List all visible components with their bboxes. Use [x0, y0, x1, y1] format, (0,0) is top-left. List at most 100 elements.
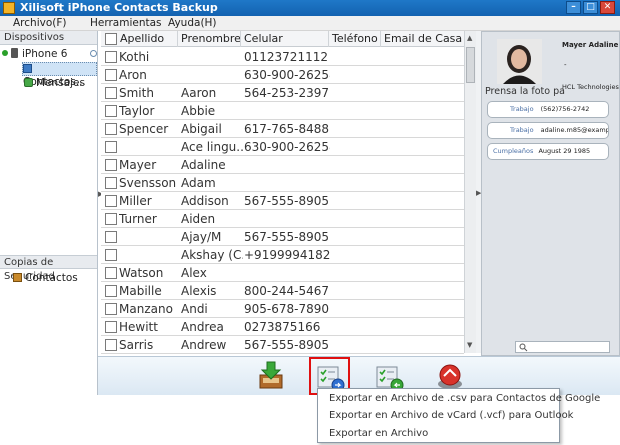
import-button[interactable]	[253, 359, 289, 393]
table-row[interactable]: Smith Aaron 564-253-2397	[101, 84, 464, 102]
cell-prenombre: Andrew	[181, 338, 227, 352]
row-checkbox[interactable]	[105, 141, 117, 153]
table-row[interactable]: Taylor Abbie	[101, 102, 464, 120]
table-row[interactable]: Akshay (C...+9199994182...	[101, 246, 464, 264]
cell-apellido	[119, 246, 177, 264]
table-row[interactable]: Kothi 01123721112	[101, 48, 464, 66]
title-bar: Xilisoft iPhone Contacts Backup – □ ✕	[0, 0, 620, 16]
export-vcard-outlook[interactable]: Exportar en Archivo de vCard (.vcf) para…	[329, 410, 573, 422]
scroll-thumb[interactable]	[466, 47, 475, 83]
table-row[interactable]: Turner Aiden	[101, 210, 464, 228]
field-work-email[interactable]: Trabajo adaline.m85@example.c...	[487, 122, 609, 139]
sidebar-item-contactos[interactable]: Contactos...	[22, 62, 97, 88]
table-row[interactable]: Mabille Alexis 800-244-5467	[101, 282, 464, 300]
table-row[interactable]: Spencer Abigail 617-765-8488	[101, 120, 464, 138]
row-checkbox[interactable]	[105, 69, 117, 81]
row-checkbox[interactable]	[105, 159, 117, 171]
cell-prenombre	[181, 66, 243, 84]
col-prenombre[interactable]: Prenombre	[178, 31, 241, 47]
cell-prenombre: Adam	[181, 176, 216, 190]
menu-ayuda[interactable]: Ayuda(H)	[168, 17, 217, 30]
row-checkbox[interactable]	[105, 177, 117, 189]
cell-prenombre: Aaron	[181, 86, 217, 100]
row-checkbox[interactable]	[105, 321, 117, 333]
maximize-button[interactable]: □	[583, 1, 598, 14]
table-row[interactable]: Miller Addison 567-555-8905	[101, 192, 464, 210]
minimize-button[interactable]: –	[566, 1, 581, 14]
cell-celular: 630-900-26258	[244, 140, 330, 154]
table-row[interactable]: Aron 630-900-26258	[101, 66, 464, 84]
row-checkbox[interactable]	[105, 195, 117, 207]
cell-celular: 905-678-7890	[244, 302, 330, 316]
cell-celular	[244, 174, 330, 192]
cell-apellido: Watson	[119, 266, 164, 280]
field-birthday[interactable]: Cumpleaños August 29 1985	[487, 143, 609, 160]
field-label: Trabajo	[510, 126, 534, 134]
contact-name: Mayer Adaline	[562, 41, 619, 49]
backup-item-contactos[interactable]: Contactos	[13, 272, 78, 286]
menu-archivo[interactable]: Archivo(F)	[13, 17, 66, 30]
row-checkbox[interactable]	[105, 303, 117, 315]
col-telefono[interactable]: Teléfono	[329, 31, 381, 47]
table-row[interactable]: Svensson Adam	[101, 174, 464, 192]
cell-apellido: Spencer	[119, 122, 169, 136]
cell-apellido: Mayer	[119, 158, 157, 172]
field-label: Cumpleaños	[493, 147, 534, 155]
row-checkbox[interactable]	[105, 249, 117, 261]
menu-herramientas[interactable]: Herramientas	[90, 17, 162, 30]
cell-prenombre: Andrea	[181, 320, 224, 334]
backup-contacts-icon	[13, 273, 22, 282]
table-row[interactable]: Watson Alex	[101, 264, 464, 282]
cell-apellido: Turner	[119, 212, 157, 226]
field-work-phone[interactable]: Trabajo (562)756-2742	[487, 101, 609, 118]
row-checkbox[interactable]	[105, 123, 117, 135]
select-all-checkbox[interactable]	[105, 33, 117, 45]
row-checkbox[interactable]	[105, 285, 117, 297]
row-checkbox[interactable]	[105, 105, 117, 117]
cell-prenombre: Adaline	[181, 158, 226, 172]
table-scrollbar[interactable]: ▲ ▼	[464, 31, 476, 353]
export-file[interactable]: Exportar en Archivo	[329, 428, 428, 440]
details-search-input[interactable]	[515, 341, 610, 353]
export-csv-google[interactable]: Exportar en Archivo de .csv para Contact…	[329, 393, 600, 405]
cell-prenombre: Abigail	[181, 122, 222, 136]
cell-celular: 567-555-8905	[244, 194, 330, 208]
cell-celular: 567-555-8905	[244, 338, 330, 352]
col-celular[interactable]: Celular	[241, 31, 329, 47]
cell-prenombre: Addison	[181, 194, 229, 208]
sidebar-item-mensajes[interactable]: Mensajes	[24, 77, 85, 91]
tree-device[interactable]: iPhone 6	[2, 48, 67, 62]
search-icon	[519, 343, 528, 352]
table-row[interactable]: Manzano Andi 905-678-7890	[101, 300, 464, 318]
table-row[interactable]: Mayer Adaline	[101, 156, 464, 174]
scroll-up-icon[interactable]: ▲	[467, 34, 472, 42]
contacts-icon	[23, 64, 32, 73]
table-row[interactable]: Ace lingu... 630-900-26258	[101, 138, 464, 156]
table-row[interactable]: Hewitt Andrea 0273875166	[101, 318, 464, 336]
contact-details-panel: Mayer Adaline - HCL Technologies Prensa …	[481, 31, 620, 356]
cell-apellido: Manzano	[119, 302, 173, 316]
cell-prenombre: Aiden	[181, 212, 216, 226]
table-row[interactable]: Sarris Andrew 567-555-8905	[101, 336, 464, 354]
col-email-casa[interactable]: Email de Casa	[381, 31, 464, 47]
cell-apellido: Taylor	[119, 104, 155, 118]
field-label: Trabajo	[510, 105, 534, 113]
table-row[interactable]: Ajay/M 567-555-8905	[101, 228, 464, 246]
scroll-down-icon[interactable]: ▼	[467, 341, 472, 349]
row-checkbox[interactable]	[105, 267, 117, 279]
cell-celular: 01123721112	[244, 50, 328, 64]
row-checkbox[interactable]	[105, 231, 117, 243]
row-checkbox[interactable]	[105, 51, 117, 63]
contact-photo[interactable]	[497, 39, 542, 84]
connected-icon	[2, 50, 8, 56]
col-apellido[interactable]: Apellido	[117, 31, 178, 47]
cell-apellido: Svensson	[119, 176, 177, 190]
row-checkbox[interactable]	[105, 87, 117, 99]
row-checkbox[interactable]	[105, 213, 117, 225]
cell-apellido: Mabille	[119, 284, 162, 298]
row-checkbox[interactable]	[105, 339, 117, 351]
contact-company: HCL Technologies	[562, 83, 619, 91]
close-button[interactable]: ✕	[600, 1, 615, 14]
cell-apellido: Sarris	[119, 338, 154, 352]
cell-celular: 567-555-8905	[244, 230, 330, 244]
